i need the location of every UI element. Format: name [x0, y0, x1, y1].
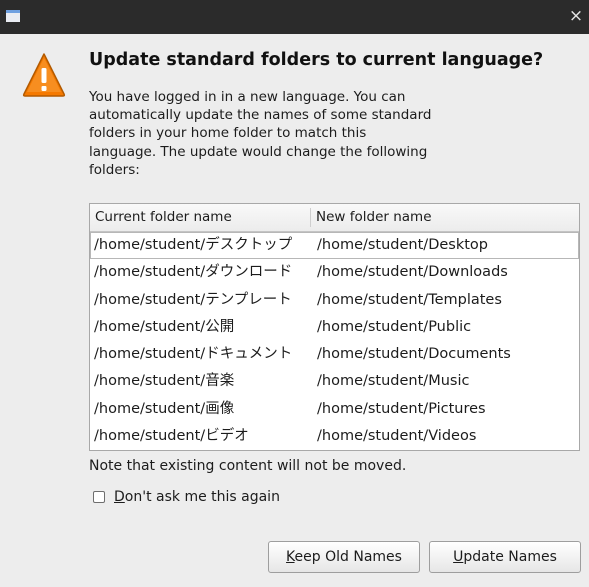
folder-rename-table[interactable]: Current folder name New folder name /hom… — [89, 203, 580, 451]
dont-ask-again-checkbox[interactable]: Don't ask me this again — [93, 487, 280, 507]
message-line: automatically update the names of some s… — [89, 107, 432, 124]
keep-label-rest: eep Old Names — [294, 549, 402, 565]
new-folder-cell: /home/student/Music — [317, 373, 470, 390]
new-folder-cell: /home/student/Videos — [317, 428, 477, 445]
table-row[interactable]: /home/student/音楽 /home/student/Music — [90, 368, 579, 395]
update-folders-dialog: × Update standard folders to current lan… — [0, 0, 589, 587]
new-folder-cell: /home/student/Pictures — [317, 400, 486, 417]
table-row[interactable]: /home/student/ビデオ /home/student/Videos — [90, 423, 579, 450]
close-button[interactable]: × — [567, 6, 585, 26]
update-label-rest: pdate Names — [463, 549, 557, 565]
current-folder-cell: /home/student/画像 — [94, 400, 235, 417]
warning-icon — [22, 53, 66, 97]
new-folder-cell: /home/student/Documents — [317, 346, 511, 363]
table-row[interactable]: /home/student/デスクトップ /home/student/Deskt… — [90, 232, 579, 260]
table-row[interactable]: /home/student/テンプレート /home/student/Templ… — [90, 287, 579, 314]
new-folder-cell: /home/student/Downloads — [317, 264, 508, 281]
checkbox-label[interactable]: Don't ask me this again — [114, 489, 280, 505]
checkbox-box[interactable] — [93, 491, 105, 503]
checkbox-label-rest: on't ask me this again — [124, 489, 280, 505]
dialog-message: You have logged in in a new language. Yo… — [89, 88, 494, 179]
current-folder-cell: /home/student/ビデオ — [94, 428, 249, 445]
table-row[interactable]: /home/student/ダウンロード /home/student/Downl… — [90, 259, 579, 286]
column-separator — [310, 208, 311, 227]
current-folder-cell: /home/student/公開 — [94, 318, 235, 335]
update-names-button[interactable]: Update Names — [429, 541, 581, 573]
message-line: folders in your home folder to match thi… — [89, 125, 367, 142]
current-folder-cell: /home/student/ドキュメント — [94, 346, 293, 363]
table-row[interactable]: /home/student/ドキュメント /home/student/Docum… — [90, 341, 579, 368]
table-row[interactable]: /home/student/画像 /home/student/Pictures — [90, 396, 579, 423]
current-folder-cell: /home/student/テンプレート — [94, 291, 292, 308]
message-line: language. The update would change the fo… — [89, 143, 428, 160]
table-row[interactable]: /home/student/公開 /home/student/Public — [90, 314, 579, 341]
column-header-new[interactable]: New folder name — [316, 204, 432, 231]
title-bar: × — [0, 0, 589, 34]
keep-old-names-button[interactable]: Keep Old Names — [268, 541, 420, 573]
window-icon — [6, 10, 20, 22]
column-header-current[interactable]: Current folder name — [95, 204, 232, 231]
current-folder-cell: /home/student/デスクトップ — [94, 237, 293, 253]
update-mnemonic: U — [453, 549, 464, 565]
new-folder-cell: /home/student/Templates — [317, 291, 502, 308]
table-header: Current folder name New folder name — [90, 204, 579, 232]
checkbox-mnemonic: D — [114, 489, 125, 505]
message-line: folders: — [89, 161, 140, 178]
message-line: You have logged in in a new language. Yo… — [89, 89, 406, 105]
dialog-heading: Update standard folders to current langu… — [89, 50, 544, 70]
new-folder-cell: /home/student/Desktop — [317, 237, 488, 253]
keep-mnemonic: K — [286, 549, 295, 565]
current-folder-cell: /home/student/音楽 — [94, 373, 235, 390]
new-folder-cell: /home/student/Public — [317, 318, 472, 335]
current-folder-cell: /home/student/ダウンロード — [94, 264, 293, 281]
note-text: Note that existing content will not be m… — [89, 458, 407, 474]
